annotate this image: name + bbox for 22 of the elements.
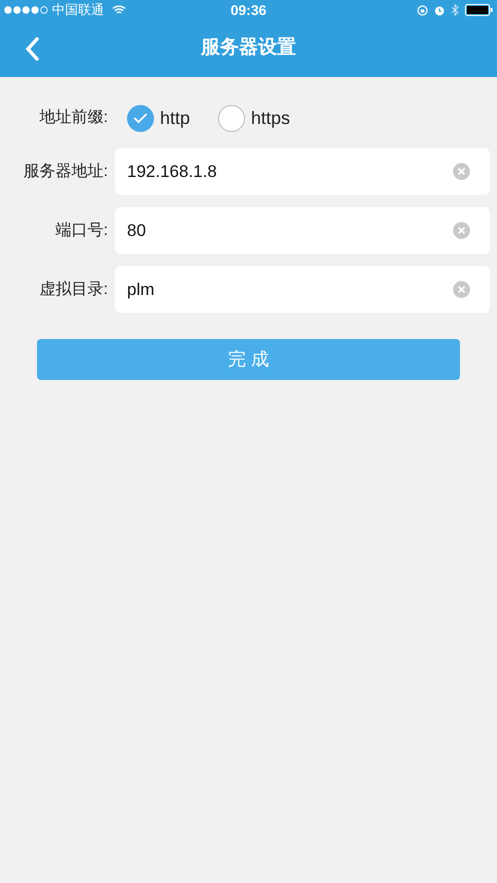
radio-option[interactable]: http bbox=[127, 104, 190, 132]
text-field[interactable]: 192.168.1.8 bbox=[115, 148, 490, 195]
bluetooth-icon bbox=[451, 4, 459, 16]
field-label: 服务器地址: bbox=[22, 162, 108, 182]
field-label: 虚拟目录: bbox=[38, 280, 108, 300]
field-label: 端口号: bbox=[54, 220, 108, 240]
status-time: 09:36 bbox=[230, 0, 266, 20]
page-title: 服务器设置 bbox=[201, 36, 296, 60]
carrier-text: 中国联通 bbox=[52, 1, 104, 20]
rotation-lock-icon bbox=[417, 4, 428, 16]
text-field[interactable]: 80 bbox=[115, 207, 490, 254]
wifi-icon bbox=[112, 5, 126, 15]
text-field[interactable]: plm bbox=[115, 266, 490, 313]
clear-icon[interactable] bbox=[453, 281, 470, 298]
battery-icon bbox=[465, 4, 493, 16]
alarm-icon bbox=[434, 4, 445, 16]
clear-icon[interactable] bbox=[453, 222, 470, 239]
signal-icon bbox=[4, 6, 50, 14]
radio-option[interactable]: https bbox=[218, 104, 290, 132]
clear-icon[interactable] bbox=[453, 163, 470, 180]
back-chevron-icon bbox=[25, 36, 39, 60]
field-label: 地址前缀: bbox=[38, 108, 108, 128]
